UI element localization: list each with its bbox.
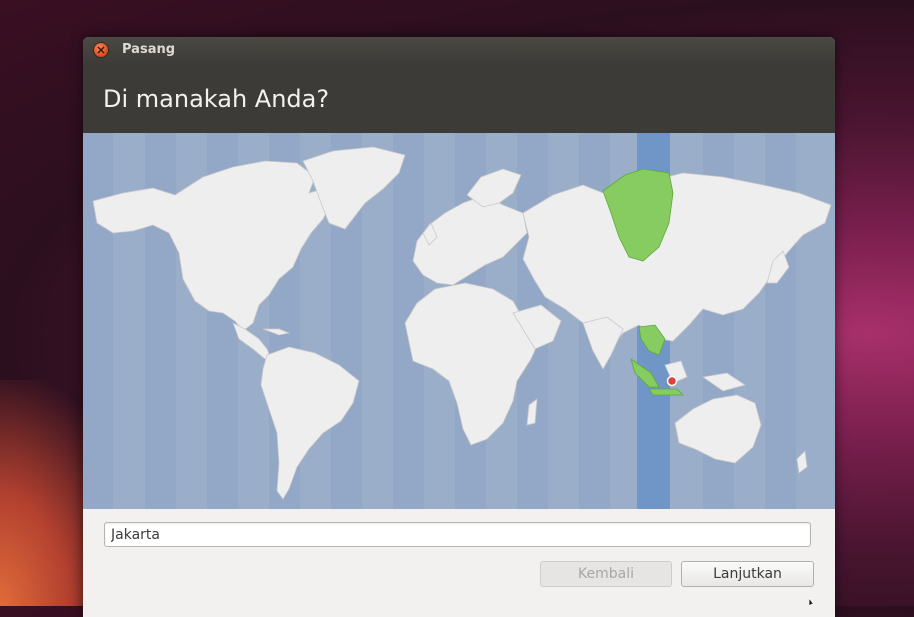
close-icon[interactable]: [94, 43, 108, 57]
world-map[interactable]: [83, 133, 835, 509]
new-zealand: [796, 450, 808, 474]
window-title: Pasang: [122, 42, 176, 57]
page-header: Di manakah Anda?: [83, 63, 835, 133]
central-america: [232, 322, 272, 360]
timezone-map[interactable]: [83, 133, 835, 509]
back-button[interactable]: Kembali: [540, 561, 672, 587]
mouse-cursor-icon: [809, 598, 816, 606]
installer-window: Pasang Di manakah Anda? Jakarta Kembali …: [83, 37, 835, 617]
highlight-java: [648, 388, 684, 396]
location-input[interactable]: [104, 522, 811, 547]
location-pin-icon[interactable]: [666, 375, 678, 387]
australia: [674, 394, 762, 464]
titlebar: Pasang: [83, 37, 835, 63]
next-button[interactable]: Lanjutkan: [681, 561, 814, 587]
page-title: Di manakah Anda?: [103, 85, 330, 113]
